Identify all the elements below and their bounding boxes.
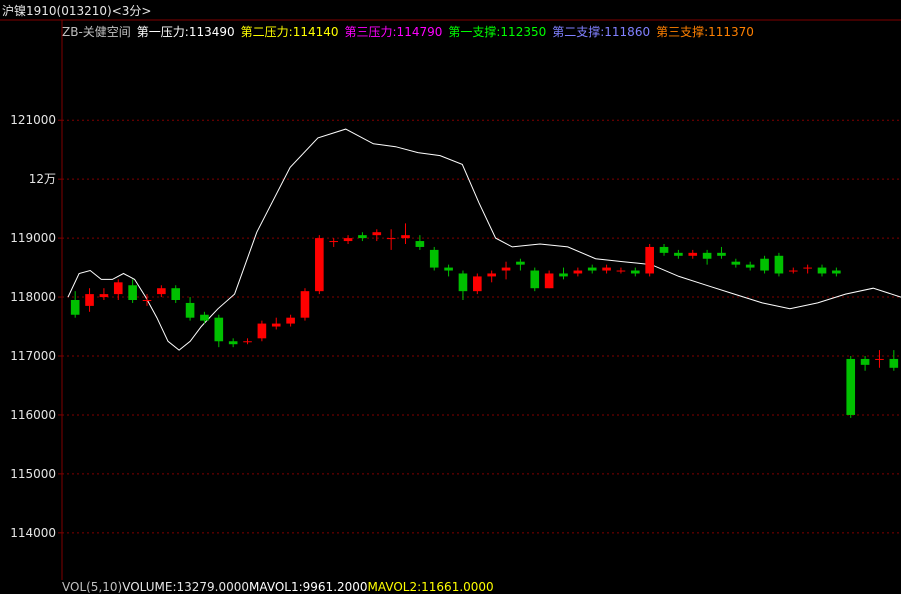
candle-body-22 <box>386 238 396 240</box>
candle-body-36 <box>587 267 597 271</box>
y-tick-label-0: 121000 <box>10 113 56 127</box>
candle-body-9 <box>200 314 209 321</box>
candle-body-48 <box>760 258 769 271</box>
candle-body-10 <box>214 317 224 342</box>
candle-body-38 <box>616 270 626 272</box>
candle-body-23 <box>401 235 410 239</box>
candle-body-15 <box>286 317 295 324</box>
candle-body-20 <box>358 235 367 239</box>
candle-body-53 <box>832 270 841 274</box>
candle-body-39 <box>630 270 640 274</box>
candle-body-49 <box>774 255 784 274</box>
candle-body-6 <box>157 288 166 295</box>
candle-body-31 <box>516 261 525 265</box>
candle-body-28 <box>473 276 482 292</box>
y-tick-label-7: 114000 <box>10 526 56 540</box>
candle-body-57 <box>889 358 899 368</box>
candle-body-2 <box>99 294 109 298</box>
y-tick-label-2: 119000 <box>10 231 56 245</box>
candle-body-32 <box>530 270 540 289</box>
candle-body-17 <box>315 238 324 292</box>
candle-body-25 <box>429 249 439 268</box>
candle-body-21 <box>372 232 382 236</box>
candle-body-3 <box>113 282 123 295</box>
candle-body-45 <box>717 252 726 256</box>
candle-body-14 <box>271 323 281 327</box>
candle-body-46 <box>731 261 741 265</box>
candle-body-7 <box>171 288 181 300</box>
candle-body-33 <box>544 273 554 289</box>
candle-body-27 <box>458 273 468 292</box>
candle-body-13 <box>257 323 267 339</box>
candle-body-16 <box>300 291 310 318</box>
candle-body-51 <box>803 267 812 269</box>
candle-body-24 <box>415 241 425 247</box>
candle-body-1 <box>85 294 94 306</box>
candle-body-55 <box>860 358 870 365</box>
candle-body-47 <box>745 264 755 268</box>
candle-body-11 <box>228 341 238 345</box>
candle-body-18 <box>329 241 339 243</box>
candle-body-35 <box>573 270 583 274</box>
candle-body-26 <box>444 267 453 271</box>
y-tick-label-6: 115000 <box>10 467 56 481</box>
candle-body-43 <box>688 252 698 256</box>
candle-body-41 <box>659 246 669 253</box>
y-tick-label-4: 117000 <box>10 349 56 363</box>
candle-body-34 <box>559 273 568 277</box>
candle-body-56 <box>875 358 884 360</box>
candle-body-5 <box>142 300 152 301</box>
candle-body-8 <box>185 302 195 318</box>
y-tick-label-5: 116000 <box>10 408 56 422</box>
candle-body-50 <box>788 270 798 272</box>
candle-body-29 <box>487 273 496 277</box>
candle-body-54 <box>846 358 856 415</box>
candle-body-40 <box>645 246 654 274</box>
candle-body-19 <box>343 238 353 242</box>
y-tick-label-3: 118000 <box>10 290 56 304</box>
candle-body-44 <box>702 252 712 259</box>
candle-body-42 <box>674 252 683 256</box>
candle-body-4 <box>128 285 137 300</box>
candle-body-30 <box>501 267 511 271</box>
candle-body-12 <box>243 341 252 343</box>
candle-body-37 <box>602 267 611 271</box>
candle-body-0 <box>70 300 80 315</box>
y-tick-label-1: 12万 <box>29 172 56 186</box>
price-chart: 121000 12万 119000 118000 117000 116000 115000 1… <box>0 19 901 580</box>
candle-body-52 <box>817 267 827 274</box>
